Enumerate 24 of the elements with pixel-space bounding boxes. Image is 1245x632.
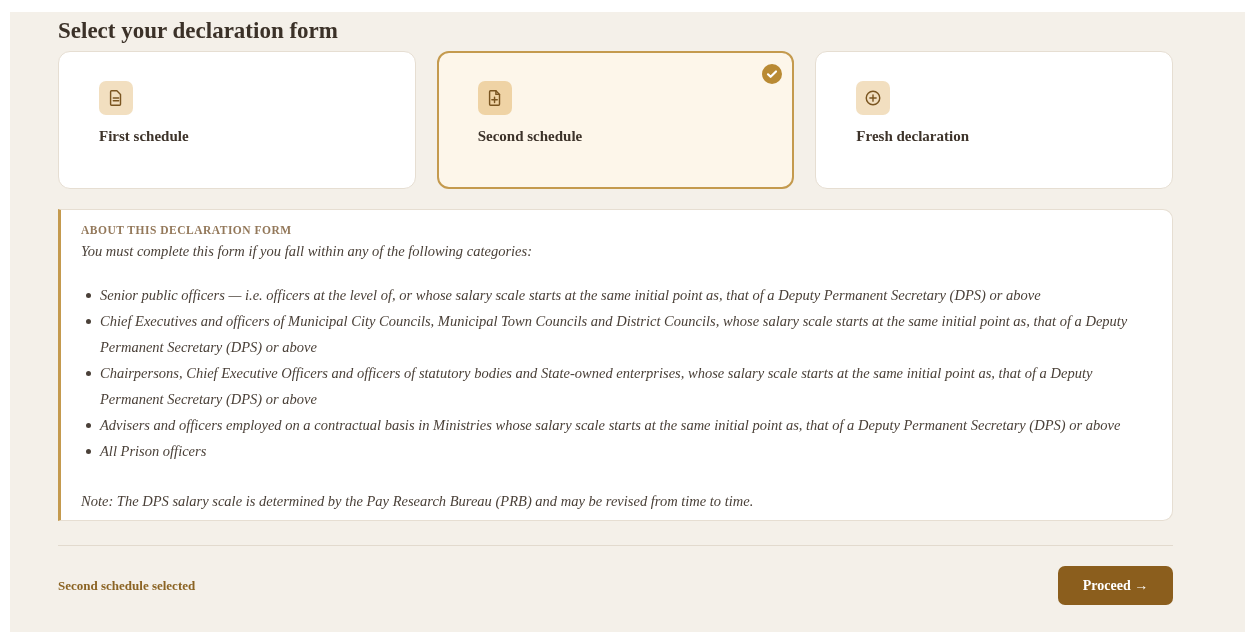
option-label: First schedule bbox=[99, 128, 189, 145]
category-item: Chief Executives and officers of Municipal City Councils, Municipal Town Councils and District Councils, whose salary scale starts at the same initial point as, that of a Deputy Permanent Secretary (DPS) or above bbox=[100, 313, 1128, 355]
option-label: Fresh declaration bbox=[856, 128, 969, 145]
intro-text: You must complete this form if you fall within any of the following categories: bbox=[81, 243, 532, 260]
category-item: Senior public officers — i.e. officers at the level of, or whose salary scale starts at the same initial point as, that of a Deputy Permanent Secretary (DPS) or above bbox=[100, 287, 1041, 303]
proceed-button[interactable]: Proceed → bbox=[1058, 566, 1173, 605]
note-text: Note: The DPS salary scale is determined by the Pay Research Bureau (PRB) and may be revised from time to time. bbox=[81, 493, 754, 510]
bullet-icon bbox=[86, 423, 91, 428]
circle-plus-icon bbox=[864, 89, 883, 107]
category-item: All Prison officers bbox=[100, 443, 207, 459]
section-heading: ABOUT THIS DECLARATION FORM bbox=[81, 224, 292, 236]
option-label: Second schedule bbox=[477, 128, 583, 145]
bullet-icon bbox=[86, 449, 91, 454]
category-item: Chairpersons, Chief Executive Officers and officers of statutory bodies and State-owned enterprises, whose salary scale starts at the same initial point as, that of a Deputy Permanent Secretary (DPS) or above bbox=[100, 365, 1093, 407]
form-option-card[interactable]: Second schedule bbox=[436, 51, 795, 189]
category-item: Advisers and officers employed on a contractual basis in Ministries whose salary scale starts at the same initial point as, that of a Deputy Permanent Secretary (DPS) or above bbox=[100, 417, 1121, 433]
bullet-icon bbox=[86, 371, 91, 376]
page-title: Select your declaration form bbox=[58, 17, 338, 45]
form-option-card[interactable]: Fresh declaration bbox=[815, 51, 1173, 189]
bullet-icon bbox=[86, 293, 91, 298]
bullet-icon bbox=[86, 319, 91, 324]
selection-status: Second schedule selected bbox=[58, 577, 196, 594]
checkmark-icon bbox=[762, 64, 783, 84]
form-option-card[interactable]: First schedule bbox=[58, 51, 416, 189]
